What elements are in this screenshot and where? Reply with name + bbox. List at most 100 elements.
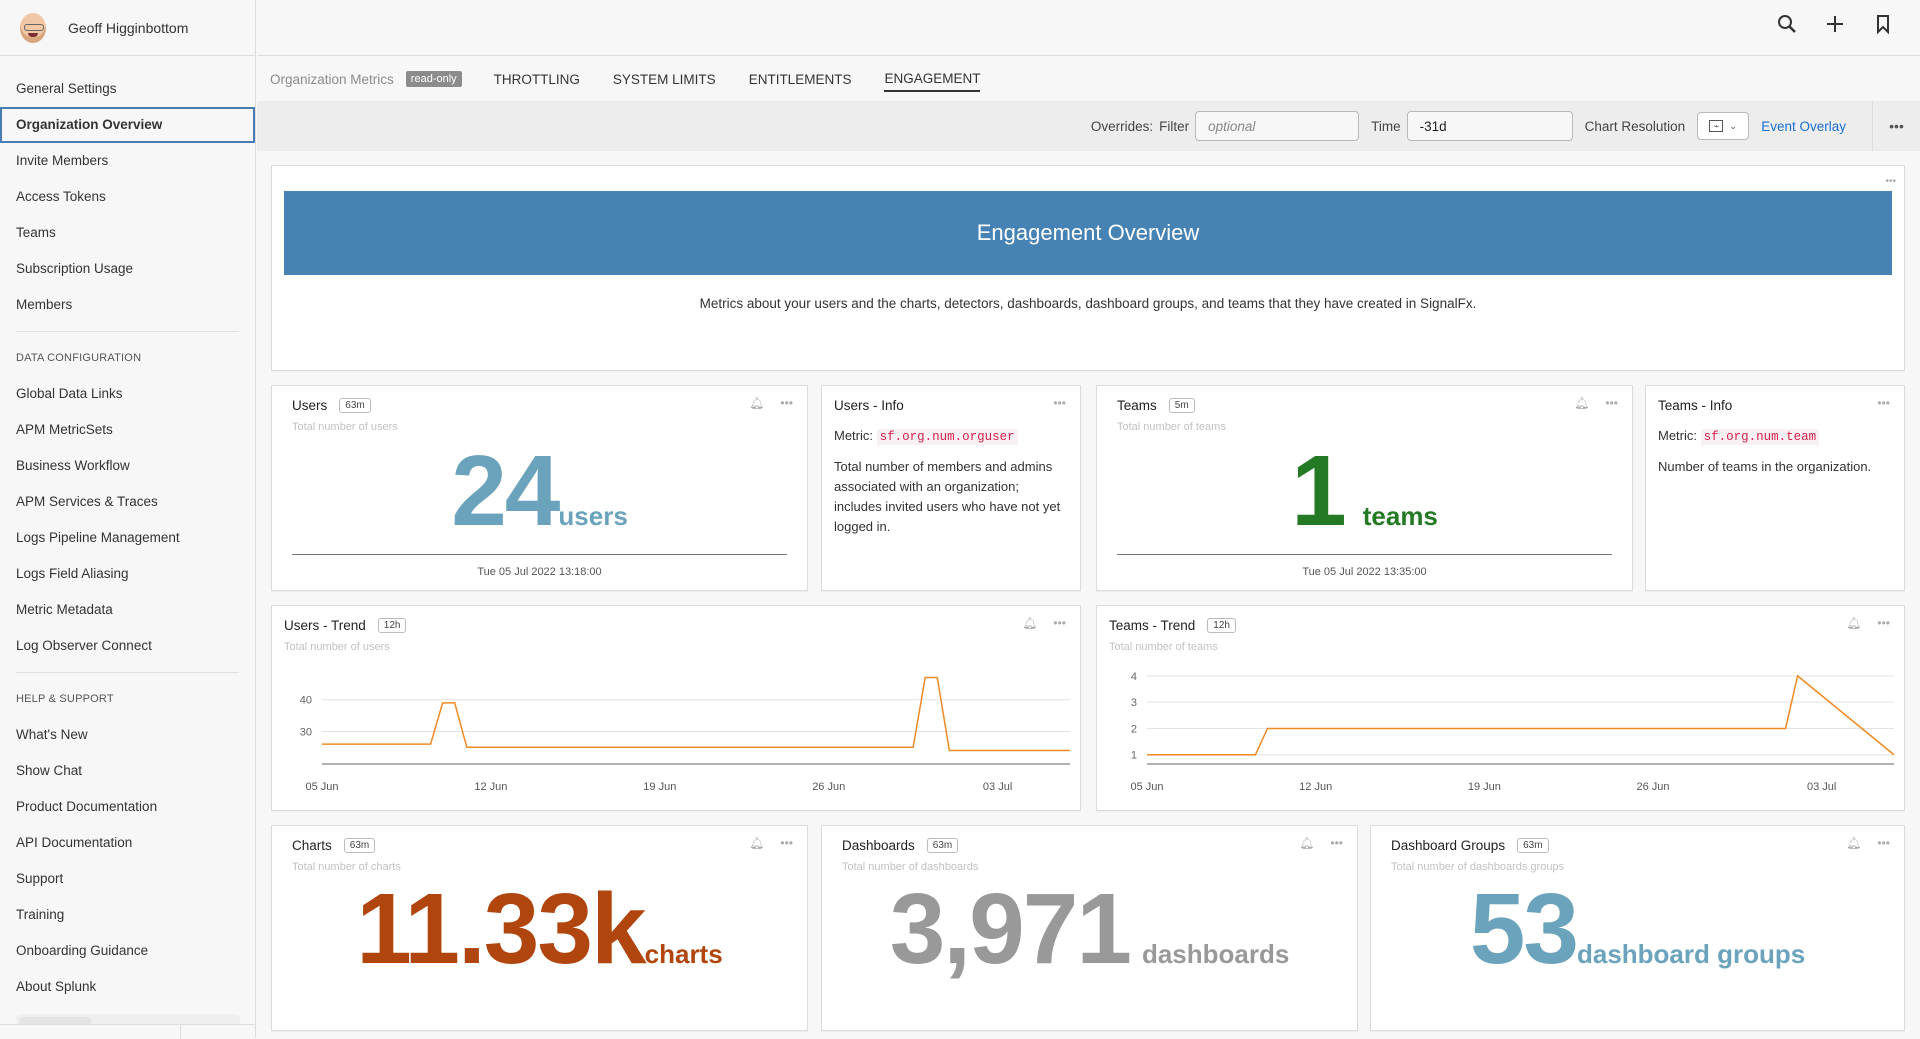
tab-bar: Organization Metrics read-only THROTTLIN… [257, 57, 1920, 101]
series-line-teams [1147, 674, 1895, 756]
bell-icon[interactable]: 🔔︎ [749, 396, 764, 410]
sidebar-item-invite-members[interactable]: Invite Members [0, 143, 255, 179]
sidebar-item-access-tokens[interactable]: Access Tokens [0, 179, 255, 215]
sidebar-item-teams[interactable]: Teams [0, 215, 255, 251]
value: 53 [1469, 873, 1579, 985]
x-tick-label: 19 Jun [1468, 781, 1501, 793]
x-tick-label: 12 Jun [1299, 781, 1332, 793]
card-subtitle: Total number of users [284, 641, 390, 653]
bell-icon[interactable]: 🔔︎ [1846, 616, 1861, 630]
sidebar-footer [0, 1024, 256, 1039]
sidebar-item-apm-metricsets[interactable]: APM MetricSets [0, 412, 255, 448]
card-title: Users - Trend [284, 618, 366, 633]
more-options-icon[interactable]: ••• [780, 396, 793, 410]
timestamp: Tue 05 Jul 2022 13:35:00 [1302, 566, 1427, 578]
metric-name: sf.org.num.orguser [876, 429, 1018, 445]
sidebar: Geoff Higginbottom General Settings Organ… [0, 0, 256, 1039]
filter-input[interactable] [1195, 111, 1360, 141]
sidebar-item-logs-field-aliasing[interactable]: Logs Field Aliasing [0, 556, 255, 592]
info-text: Total number of members and admins assoc… [834, 459, 1061, 534]
overrides-label: Overrides: [1090, 118, 1154, 134]
sidebar-item-business-workflow[interactable]: Business Workflow [0, 448, 255, 484]
sidebar-item-organization-overview[interactable]: Organization Overview [0, 107, 255, 143]
more-options-icon[interactable]: ••• [1330, 836, 1343, 850]
divider [16, 331, 239, 332]
search-icon[interactable] [1776, 14, 1798, 40]
bookmark-icon[interactable] [1872, 14, 1894, 40]
value: 11.33k [356, 873, 646, 985]
overrides-bar: Overrides: Filter Time Chart Resolution … [257, 101, 1920, 151]
sidebar-item-subscription-usage[interactable]: Subscription Usage [0, 251, 255, 287]
bell-icon[interactable]: 🔔︎ [749, 836, 764, 850]
sidebar-item-general-settings[interactable]: General Settings [0, 71, 255, 107]
time-input[interactable] [1406, 111, 1573, 141]
user-name: Geoff Higginbottom [68, 19, 189, 36]
tab-system-limits[interactable]: SYSTEM LIMITS [613, 68, 716, 91]
sidebar-item-logs-pipeline-management[interactable]: Logs Pipeline Management [0, 520, 255, 556]
unit: dashboards [1141, 939, 1290, 969]
unit: dashboard groups [1576, 939, 1806, 969]
value: 3,971 [889, 873, 1132, 985]
resolution-badge: 63m [343, 838, 376, 853]
teams-info-card: Teams - Info ••• Metric: sf.org.num.team… [1645, 385, 1905, 591]
more-options-icon[interactable]: ••• [1605, 396, 1618, 410]
y-tick-label: 2 [1131, 723, 1137, 735]
series-line-users [322, 676, 1070, 752]
resolution-badge: 63m [1517, 838, 1549, 853]
more-options-icon[interactable]: ••• [1053, 396, 1066, 410]
sidebar-item-members[interactable]: Members [0, 287, 255, 323]
more-options-icon[interactable]: ••• [1885, 176, 1896, 187]
sidebar-item-support[interactable]: Support [0, 861, 255, 897]
card-subtitle: Total number of users [292, 421, 398, 433]
dashboard-groups-card: Dashboard Groups 63m Total number of dash… [1370, 825, 1905, 1031]
chart-resolution-dropdown[interactable]: ⌁ ⌄ [1697, 112, 1750, 140]
users-info-card: Users - Info ••• Metric: sf.org.num.orgu… [821, 385, 1081, 591]
teams-card: Teams 5m Total number of teams 🔔︎ ••• 1 te… [1096, 385, 1633, 591]
sidebar-item-metric-metadata[interactable]: Metric Metadata [0, 592, 255, 628]
user-profile[interactable]: Geoff Higginbottom [0, 0, 255, 56]
card-title: Dashboard Groups [1391, 838, 1506, 853]
plus-icon[interactable] [1824, 14, 1846, 40]
sidebar-item-api-documentation[interactable]: API Documentation [0, 825, 255, 861]
tab-engagement[interactable]: ENGAGEMENT [884, 67, 981, 92]
chart-line-icon: ⌁ [1709, 120, 1724, 132]
more-options-icon[interactable]: ••• [1877, 616, 1890, 630]
sidebar-item-log-observer-connect[interactable]: Log Observer Connect [0, 628, 255, 664]
users-trend-chart[interactable]: 30 40 05 Jun 12 Jun 19 Jun 26 Jun 03 Jul [272, 658, 1080, 808]
divider [292, 554, 787, 555]
x-tick-label: 05 Jun [1130, 781, 1163, 793]
tab-throttling[interactable]: THROTTLING [494, 68, 580, 91]
time-label: Time [1371, 118, 1401, 134]
sidebar-item-apm-services-traces[interactable]: APM Services & Traces [0, 484, 255, 520]
y-tick-label: 3 [1131, 697, 1137, 709]
more-options-icon[interactable]: ••• [1872, 101, 1920, 151]
card-subtitle: Total number of teams [1117, 421, 1226, 433]
resolution-badge: 5m [1168, 398, 1195, 413]
more-options-icon[interactable]: ••• [780, 836, 793, 850]
sidebar-item-about-splunk[interactable]: About Splunk [0, 969, 255, 1005]
card-title: Teams - Trend [1109, 618, 1196, 633]
sidebar-item-product-documentation[interactable]: Product Documentation [0, 789, 255, 825]
unit: charts [644, 939, 723, 969]
y-tick-label: 40 [300, 695, 312, 707]
sidebar-item-show-chat[interactable]: Show Chat [0, 753, 255, 789]
teams-trend-chart[interactable]: 1 2 3 4 05 Jun 12 Jun 19 Jun 26 Jun 03 Jul [1097, 658, 1904, 808]
metric-name: sf.org.num.team [1700, 429, 1820, 445]
bell-icon[interactable]: 🔔︎ [1022, 616, 1037, 630]
tab-entitlements[interactable]: ENTITLEMENTS [749, 68, 852, 91]
more-options-icon[interactable]: ••• [1877, 836, 1890, 850]
sidebar-item-onboarding-guidance[interactable]: Onboarding Guidance [0, 933, 255, 969]
event-overlay-link[interactable]: Event Overlay [1761, 119, 1846, 134]
more-options-icon[interactable]: ••• [1877, 396, 1890, 410]
bell-icon[interactable]: 🔔︎ [1846, 836, 1861, 850]
sidebar-item-global-data-links[interactable]: Global Data Links [0, 376, 255, 412]
more-options-icon[interactable]: ••• [1053, 616, 1066, 630]
metric-label: Metric: [1658, 428, 1697, 443]
sidebar-item-what-s-new[interactable]: What's New [0, 717, 255, 753]
sidebar-item-training[interactable]: Training [0, 897, 255, 933]
single-value: 1 teams [1097, 434, 1632, 549]
sidebar-footer-tab[interactable] [16, 1014, 240, 1024]
bell-icon[interactable]: 🔔︎ [1574, 396, 1589, 410]
dashboards-card: Dashboards 63m Total number of dashboards… [821, 825, 1358, 1031]
bell-icon[interactable]: 🔔︎ [1299, 836, 1314, 850]
